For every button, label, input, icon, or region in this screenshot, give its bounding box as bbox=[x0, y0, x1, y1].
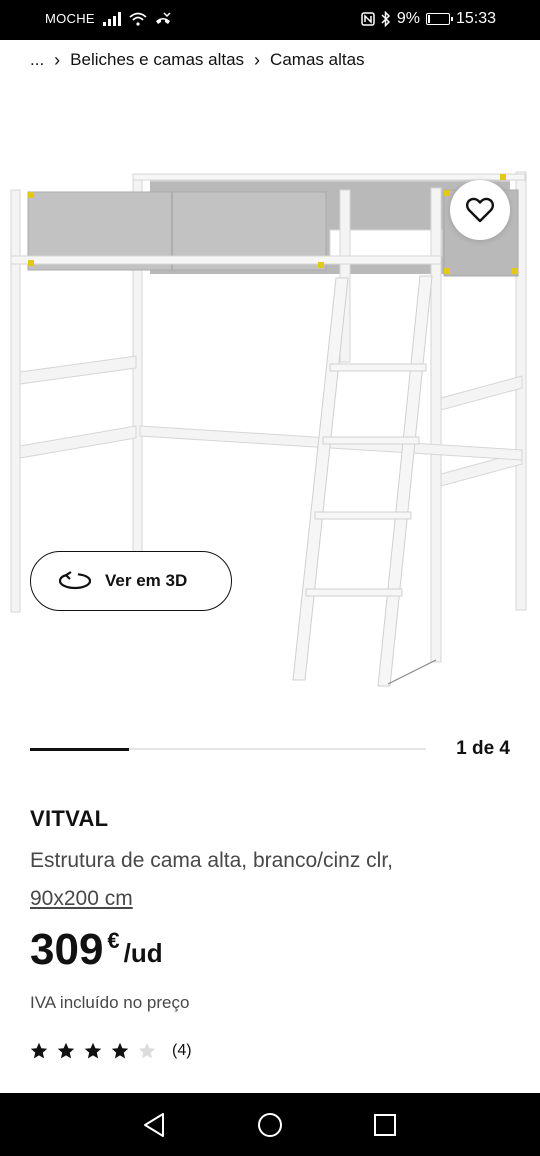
price-integer: 309 bbox=[30, 925, 104, 974]
gallery-progress-fill bbox=[30, 747, 129, 751]
star-filled-icon bbox=[84, 1042, 102, 1059]
price-currency: € bbox=[107, 928, 120, 953]
rating[interactable]: (4) bbox=[30, 1042, 192, 1060]
nfc-icon bbox=[361, 12, 375, 26]
product-name: VITVAL bbox=[30, 806, 109, 831]
status-bar: MOCHE 9% 15:33 bbox=[0, 0, 540, 40]
favourite-button[interactable] bbox=[450, 180, 510, 240]
breadcrumb-more[interactable]: ... bbox=[30, 50, 44, 70]
battery-fill bbox=[427, 15, 430, 23]
gallery-counter: 1 de 4 bbox=[456, 738, 510, 759]
view-3d-label: Ver em 3D bbox=[105, 571, 188, 590]
vat-note: IVA incluído no preço bbox=[30, 993, 190, 1012]
breadcrumb-loft-beds[interactable]: Camas altas bbox=[270, 50, 364, 70]
chevron-right-icon: › bbox=[254, 49, 261, 70]
star-empty-icon bbox=[138, 1042, 156, 1059]
home-icon[interactable] bbox=[256, 1111, 284, 1139]
heart-icon bbox=[466, 197, 494, 223]
back-icon[interactable] bbox=[141, 1111, 169, 1139]
carrier-label: MOCHE bbox=[45, 11, 95, 26]
breadcrumb: ... › Beliches e camas altas › Camas alt… bbox=[30, 48, 365, 72]
product-description: Estrutura de cama alta, branco/cinz clr,… bbox=[30, 842, 510, 918]
battery-percent: 9% bbox=[396, 10, 420, 27]
view-3d-button[interactable]: Ver em 3D bbox=[30, 551, 232, 611]
gallery-progress bbox=[30, 747, 426, 751]
signal-icon bbox=[102, 11, 121, 26]
review-count[interactable]: (4) bbox=[172, 1042, 192, 1060]
breadcrumb-bunk-loft-beds[interactable]: Beliches e camas altas bbox=[70, 50, 244, 70]
product-image[interactable] bbox=[0, 150, 540, 710]
product-price: 309 € /ud bbox=[30, 924, 163, 976]
star-filled-icon bbox=[57, 1042, 75, 1059]
battery-icon bbox=[425, 13, 453, 25]
missed-call-icon bbox=[155, 11, 171, 24]
product-size-link[interactable]: 90x200 cm bbox=[30, 887, 133, 910]
clock: 15:33 bbox=[455, 10, 496, 27]
chevron-right-icon: › bbox=[54, 49, 61, 70]
system-nav-bar bbox=[0, 1093, 540, 1156]
recents-icon[interactable] bbox=[371, 1111, 399, 1139]
price-unit: /ud bbox=[123, 938, 163, 968]
star-filled-icon bbox=[111, 1042, 129, 1059]
rotate-3d-icon bbox=[59, 571, 91, 590]
bluetooth-icon bbox=[381, 11, 390, 27]
rating-stars bbox=[30, 1042, 156, 1060]
wifi-icon bbox=[129, 12, 147, 26]
product-description-text: Estrutura de cama alta, branco/cinz clr, bbox=[30, 849, 393, 872]
star-filled-icon bbox=[30, 1042, 48, 1059]
